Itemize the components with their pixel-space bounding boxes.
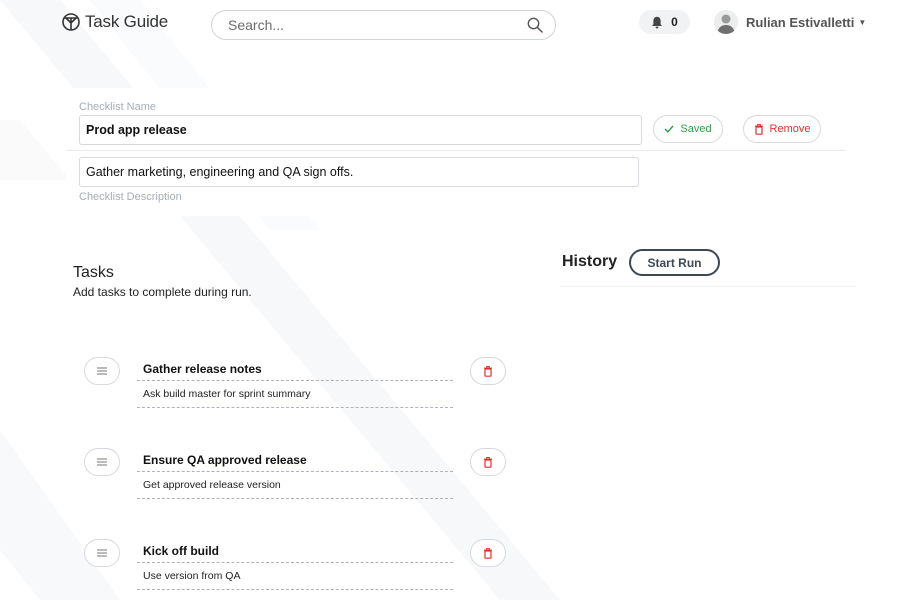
delete-task-button[interactable] [470, 539, 506, 567]
app-logo[interactable]: Task Guide [61, 12, 168, 32]
checklist-name-input[interactable] [79, 115, 642, 145]
task-title[interactable]: Gather release notes [137, 357, 453, 381]
checklist-description-label: Checklist Description [79, 191, 182, 203]
logo-icon [62, 13, 80, 31]
top-nav: Task Guide 0 Rulian Estivalletti ▼ [0, 0, 899, 50]
start-run-button[interactable]: Start Run [629, 249, 720, 276]
drag-handle-icon [97, 458, 107, 466]
saved-button[interactable]: Saved [653, 115, 723, 143]
drag-handle[interactable] [84, 539, 120, 567]
tasks-subtitle: Add tasks to complete during run. [73, 285, 252, 299]
search-icon[interactable] [527, 17, 543, 33]
search-input[interactable] [228, 15, 518, 35]
delete-task-button[interactable] [470, 357, 506, 385]
history-divider [560, 286, 856, 287]
task-description[interactable]: Use version from QA [137, 567, 453, 590]
checklist-name-label: Checklist Name [79, 101, 157, 113]
drag-handle[interactable] [84, 357, 120, 385]
task-title[interactable]: Kick off build [137, 539, 453, 563]
drag-handle-icon [97, 549, 107, 557]
search-bar[interactable] [211, 10, 556, 40]
saved-label: Saved [680, 123, 712, 135]
checklist-description-input[interactable] [79, 157, 639, 187]
task-title[interactable]: Ensure QA approved release [137, 448, 453, 472]
drag-handle[interactable] [84, 448, 120, 476]
remove-button[interactable]: Remove [743, 115, 821, 143]
history-heading: History [562, 253, 618, 270]
chevron-down-icon[interactable]: ▼ [858, 18, 866, 27]
trash-icon [484, 547, 492, 559]
tasks-heading: Tasks [73, 264, 114, 281]
bell-icon [652, 16, 663, 28]
task-item: Gather release notes Ask build master fo… [84, 357, 509, 417]
avatar[interactable] [714, 10, 738, 34]
notification-count: 0 [671, 15, 678, 29]
user-name: Rulian Estivalletti [746, 14, 855, 30]
checklist-card: Checklist Name Saved Remove Checklist De… [66, 88, 860, 216]
delete-task-button[interactable] [470, 448, 506, 476]
trash-icon [484, 365, 492, 377]
app-name: Task Guide [85, 12, 169, 31]
task-item: Ensure QA approved release Get approved … [84, 448, 509, 508]
check-icon [664, 125, 674, 133]
task-description[interactable]: Get approved release version [137, 476, 453, 499]
remove-label: Remove [769, 123, 811, 135]
user-menu[interactable]: Rulian Estivalletti ▼ [714, 10, 866, 34]
task-description[interactable]: Ask build master for sprint summary [137, 385, 453, 408]
trash-icon [754, 123, 763, 135]
task-item: Kick off build Use version from QA [84, 539, 509, 599]
trash-icon [484, 456, 492, 468]
drag-handle-icon [97, 367, 107, 375]
divider [66, 150, 846, 151]
notifications-button[interactable]: 0 [639, 10, 690, 34]
